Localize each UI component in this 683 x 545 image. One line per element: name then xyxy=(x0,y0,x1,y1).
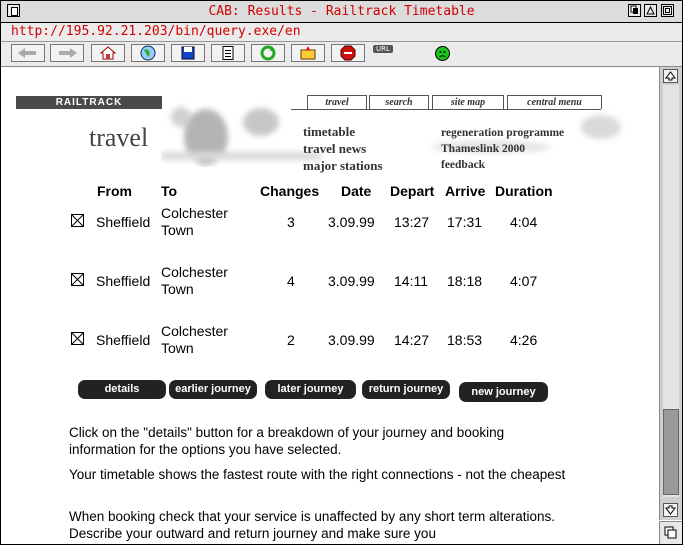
row-select-checkbox[interactable] xyxy=(71,214,84,227)
tab-search[interactable]: search xyxy=(369,95,429,109)
primary-links: timetable travel news major stations xyxy=(303,123,383,174)
cell-from: Sheffield xyxy=(96,273,151,289)
header-from: From xyxy=(97,183,132,199)
save-disk-icon[interactable] xyxy=(171,44,205,62)
vertical-scrollbar[interactable] xyxy=(659,67,682,520)
window-title: CAB: Results - Railtrack Timetable xyxy=(208,4,475,19)
cell-duration: 4:26 xyxy=(510,332,538,348)
header-depart: Depart xyxy=(390,183,435,199)
browser-toolbar: URL xyxy=(1,42,682,67)
page-content: RAILTRACK travel travel search site map … xyxy=(1,67,658,544)
scroll-up-icon[interactable] xyxy=(663,69,678,83)
cell-to-line2: Town xyxy=(161,222,194,238)
globe-icon[interactable] xyxy=(131,44,165,62)
cell-depart: 14:11 xyxy=(394,273,428,289)
link-timetable[interactable]: timetable xyxy=(303,123,383,140)
cell-to-line1: Colchester xyxy=(161,205,228,221)
row-select-checkbox[interactable] xyxy=(71,273,84,286)
header-to: To xyxy=(161,183,178,199)
link-thameslink-2000[interactable]: Thameslink 2000 xyxy=(441,141,564,157)
cell-arrive: 18:18 xyxy=(447,273,483,289)
tab-central-menu[interactable]: central menu xyxy=(507,95,602,109)
table-row[interactable]: Sheffield Colchester Town 4 3.09.99 14:1… xyxy=(63,263,563,303)
title-bar[interactable]: CAB: Results - Railtrack Timetable xyxy=(1,1,682,23)
stop-icon[interactable] xyxy=(331,44,365,62)
cell-from: Sheffield xyxy=(96,214,151,230)
details-button[interactable]: details xyxy=(78,380,166,399)
browser-window: CAB: Results - Railtrack Timetable http:… xyxy=(0,0,683,545)
cell-depart: 14:27 xyxy=(394,332,430,348)
later-journey-button[interactable]: later journey xyxy=(265,380,356,399)
back-window-icon[interactable] xyxy=(628,4,641,17)
cell-date: 3.09.99 xyxy=(328,273,375,289)
secondary-links: regeneration programme Thameslink 2000 f… xyxy=(441,125,564,173)
table-row[interactable]: Sheffield Colchester Town 2 3.09.99 14:2… xyxy=(63,322,563,362)
home-icon[interactable] xyxy=(91,44,125,62)
header-date: Date xyxy=(341,183,372,199)
toggle-size-icon[interactable] xyxy=(644,4,657,17)
link-feedback[interactable]: feedback xyxy=(441,157,564,173)
header-duration: Duration xyxy=(495,183,553,199)
tab-travel[interactable]: travel xyxy=(307,95,367,109)
cell-duration: 4:04 xyxy=(510,214,538,230)
earlier-journey-button[interactable]: earlier journey xyxy=(169,380,257,399)
scroll-down-icon[interactable] xyxy=(663,503,678,517)
scroll-thumb[interactable] xyxy=(663,409,679,495)
link-regeneration-programme[interactable]: regeneration programme xyxy=(441,125,564,141)
cell-depart: 13:27 xyxy=(394,214,430,230)
document-icon[interactable] xyxy=(211,44,245,62)
cell-date: 3.09.99 xyxy=(328,214,375,230)
table-row[interactable]: Sheffield Colchester Town 3 3.09.99 13:2… xyxy=(63,204,563,244)
url-badge[interactable]: URL xyxy=(373,45,393,53)
cell-to-line2: Town xyxy=(161,281,194,297)
info-paragraph-details: Click on the "details" button for a brea… xyxy=(69,425,505,457)
url-text[interactable]: http://195.92.21.203/bin/query.exe/en xyxy=(11,24,301,39)
cell-from: Sheffield xyxy=(96,332,151,348)
cell-to-line1: Colchester xyxy=(161,264,228,280)
cell-to-line2: Town xyxy=(161,340,194,356)
link-travel-news[interactable]: travel news xyxy=(303,140,383,157)
row-select-checkbox[interactable] xyxy=(71,332,84,345)
link-major-stations[interactable]: major stations xyxy=(303,157,383,174)
cell-changes: 4 xyxy=(287,273,295,289)
section-title: travel xyxy=(89,123,149,152)
reload-icon[interactable] xyxy=(251,44,285,62)
tab-site-map[interactable]: site map xyxy=(432,95,504,109)
info-paragraph-booking: When booking check that your service is … xyxy=(69,509,555,541)
cell-arrive: 18:53 xyxy=(447,332,483,348)
maximize-icon[interactable] xyxy=(661,4,674,17)
cell-date: 3.09.99 xyxy=(328,332,375,348)
cell-changes: 2 xyxy=(287,332,295,348)
url-bar[interactable]: http://195.92.21.203/bin/query.exe/en xyxy=(1,23,682,42)
forward-arrow-icon[interactable] xyxy=(50,44,84,62)
return-journey-button[interactable]: return journey xyxy=(362,380,450,399)
header-changes: Changes xyxy=(260,183,320,199)
back-arrow-icon[interactable] xyxy=(11,44,45,62)
cell-duration: 4:07 xyxy=(510,273,538,289)
header-arrive: Arrive xyxy=(445,183,486,199)
cell-to-line1: Colchester xyxy=(161,323,228,339)
info-paragraph-fastest: Your timetable shows the fastest route w… xyxy=(69,467,566,482)
cell-changes: 3 xyxy=(287,214,295,230)
cell-arrive: 17:31 xyxy=(447,214,483,230)
hotlist-icon[interactable] xyxy=(291,44,325,62)
new-journey-button[interactable]: new journey xyxy=(459,382,548,402)
resize-corner-icon[interactable] xyxy=(659,521,682,544)
railtrack-logo[interactable]: RAILTRACK xyxy=(16,96,162,109)
status-face-icon xyxy=(435,46,450,61)
